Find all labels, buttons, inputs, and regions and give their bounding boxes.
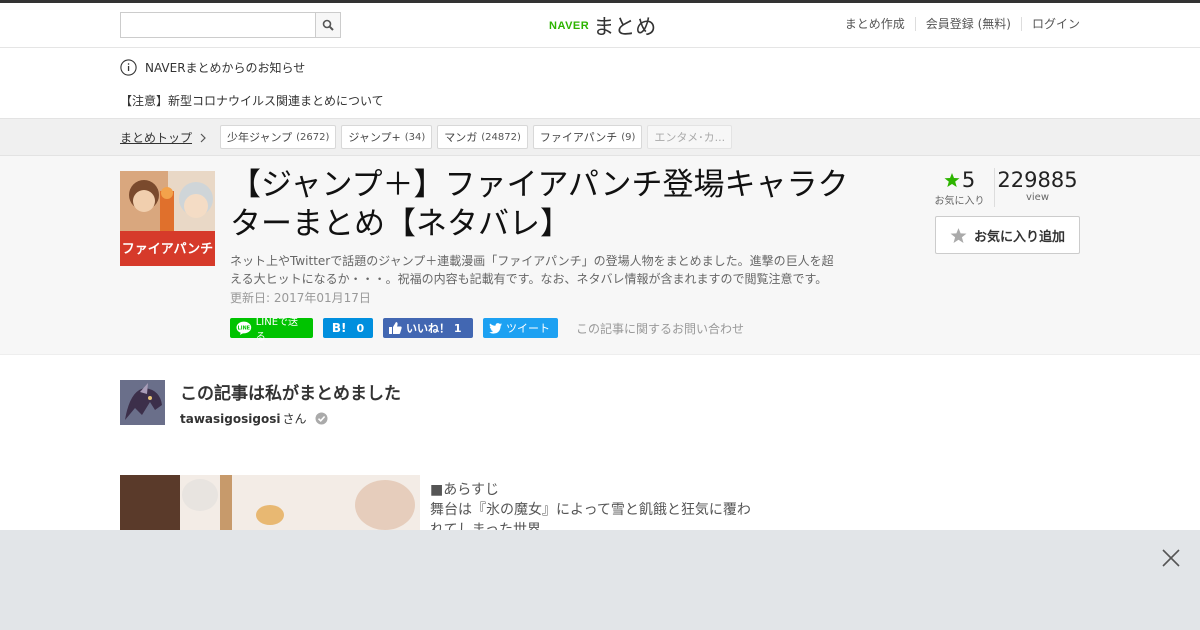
line-share-label: LINEで送る: [255, 317, 299, 343]
tweet-label: ツイート: [506, 322, 550, 335]
author-suffix: さん: [282, 412, 307, 426]
favorite-stat: 5 お気に入り: [925, 168, 995, 207]
view-count: 229885: [997, 168, 1078, 192]
category-tag-label: 少年ジャンプ: [227, 131, 293, 144]
ad-overlay: [0, 530, 1200, 630]
header-nav: まとめ作成 会員登録 (無料) ログイン: [835, 17, 1080, 31]
notice-title-text: NAVERまとめからのお知らせ: [145, 61, 306, 75]
register-link[interactable]: 会員登録 (無料): [914, 17, 1021, 31]
thumbnail-title: ファイアパンチ: [122, 242, 213, 257]
author-name-row: tawasigosigosi さん: [180, 410, 328, 427]
hatena-count: 0: [356, 321, 365, 335]
notice-area: NAVERまとめからのお知らせ 【注意】新型コロナウイルス関連まとめについて: [0, 48, 1200, 118]
author-avatar[interactable]: [120, 380, 165, 425]
updated-date: 更新日: 2017年01月17日: [230, 291, 371, 305]
category-tag-count: (24872): [481, 131, 521, 143]
search-icon: [322, 19, 334, 31]
close-icon[interactable]: [1162, 549, 1180, 567]
notice-title: NAVERまとめからのお知らせ: [120, 59, 305, 76]
content-line: 舞台は『氷の魔女』によって雪と飢餓と狂気に覆わ: [430, 502, 751, 518]
logo-brand: NAVER: [549, 20, 590, 32]
category-tag[interactable]: マンガ (24872): [437, 125, 528, 149]
star-icon: [944, 173, 960, 187]
view-label: view: [1025, 192, 1050, 203]
category-tag-label: エンタメ･カ...: [654, 131, 726, 144]
hatena-icon: B!: [331, 321, 347, 335]
author-name[interactable]: tawasigosigosi: [180, 412, 280, 426]
site-logo[interactable]: NAVER まとめ: [549, 11, 656, 41]
content-image-art: [120, 475, 420, 535]
info-icon: [120, 59, 137, 76]
logo-text: まとめ: [593, 15, 657, 39]
login-link[interactable]: ログイン: [1020, 17, 1080, 31]
article-title: 【ジャンプ＋】ファイアパンチ登場キャラクターまとめ【ネタバレ】: [230, 167, 849, 242]
star-outline-icon: [950, 227, 967, 243]
content-line: ■あらすじ: [430, 482, 499, 498]
matome-top-link[interactable]: まとめトップ: [120, 129, 206, 146]
share-bar: LINE LINEで送る B! 0 いいね！ 1 ツイート この記事に関するお問…: [230, 317, 744, 343]
search-input[interactable]: [120, 12, 315, 38]
add-favorite-label: お気に入り追加: [973, 229, 1065, 245]
category-tags: 少年ジャンプ (2672) ジャンプ+ (34) マンガ (24872) ファイアパン…: [220, 125, 733, 149]
category-tag-count: (2672): [296, 131, 330, 143]
category-tag-count: (9): [621, 131, 636, 143]
facebook-like-label: いいね！ 1: [406, 322, 462, 335]
line-icon: LINE: [236, 321, 252, 335]
category-tag-count: (34): [404, 131, 426, 143]
category-tag[interactable]: ジャンプ+ (34): [341, 125, 433, 149]
favorite-label: お気に入り: [934, 196, 985, 207]
category-tag[interactable]: ファイアパンチ (9): [532, 125, 643, 149]
facebook-like-button[interactable]: いいね！ 1: [383, 318, 473, 338]
line-share-button[interactable]: LINE LINEで送る: [230, 317, 313, 343]
tweet-button[interactable]: ツイート: [483, 318, 558, 338]
category-bar: まとめトップ 少年ジャンプ (2672) ジャンプ+ (34) マンガ (24872)…: [0, 118, 1200, 156]
avatar-art: [120, 380, 165, 425]
view-stat: 229885 view: [995, 168, 1080, 207]
category-tag-label: ジャンプ+: [348, 131, 401, 144]
category-tag-label: ファイアパンチ: [539, 131, 618, 144]
site-header: NAVER まとめ まとめ作成 会員登録 (無料) ログイン: [0, 3, 1200, 48]
article-stats: 5 お気に入り 229885 view: [925, 168, 1080, 207]
hatena-bookmark-button[interactable]: B! 0: [323, 318, 373, 338]
content-image: [120, 475, 420, 535]
search-button[interactable]: [315, 12, 341, 38]
favorite-count: 5: [961, 168, 976, 192]
verified-check-icon: [315, 412, 328, 425]
chevron-right-icon: [200, 133, 206, 142]
notice-link[interactable]: 【注意】新型コロナウイルス関連まとめについて: [120, 92, 384, 109]
search-form: [120, 12, 341, 38]
category-tag[interactable]: 少年ジャンプ (2672): [220, 125, 337, 149]
create-matome-link[interactable]: まとめ作成: [835, 17, 915, 31]
article-description: ネット上やTwitterで話題のジャンプ＋連載漫画「ファイアパンチ」の登場人物を…: [230, 254, 834, 286]
category-tag-label: マンガ: [444, 131, 478, 144]
thumbs-up-icon: [389, 322, 402, 334]
thumbnail-art: ファイアパンチ: [120, 171, 215, 266]
article-header: ファイアパンチ 【ジャンプ＋】ファイアパンチ登場キャラクターまとめ【ネタバレ】 …: [0, 156, 1200, 355]
category-tag[interactable]: エンタメ･カ...: [647, 125, 733, 149]
svg-text:LINE: LINE: [238, 325, 250, 331]
matome-top-label: まとめトップ: [120, 131, 193, 145]
article-thumbnail[interactable]: ファイアパンチ: [120, 171, 215, 266]
author-heading: この記事は私がまとめました: [180, 384, 401, 404]
contact-link[interactable]: この記事に関するお問い合わせ: [576, 320, 744, 337]
twitter-bird-icon: [489, 322, 502, 334]
add-favorite-button[interactable]: お気に入り追加: [935, 216, 1080, 254]
